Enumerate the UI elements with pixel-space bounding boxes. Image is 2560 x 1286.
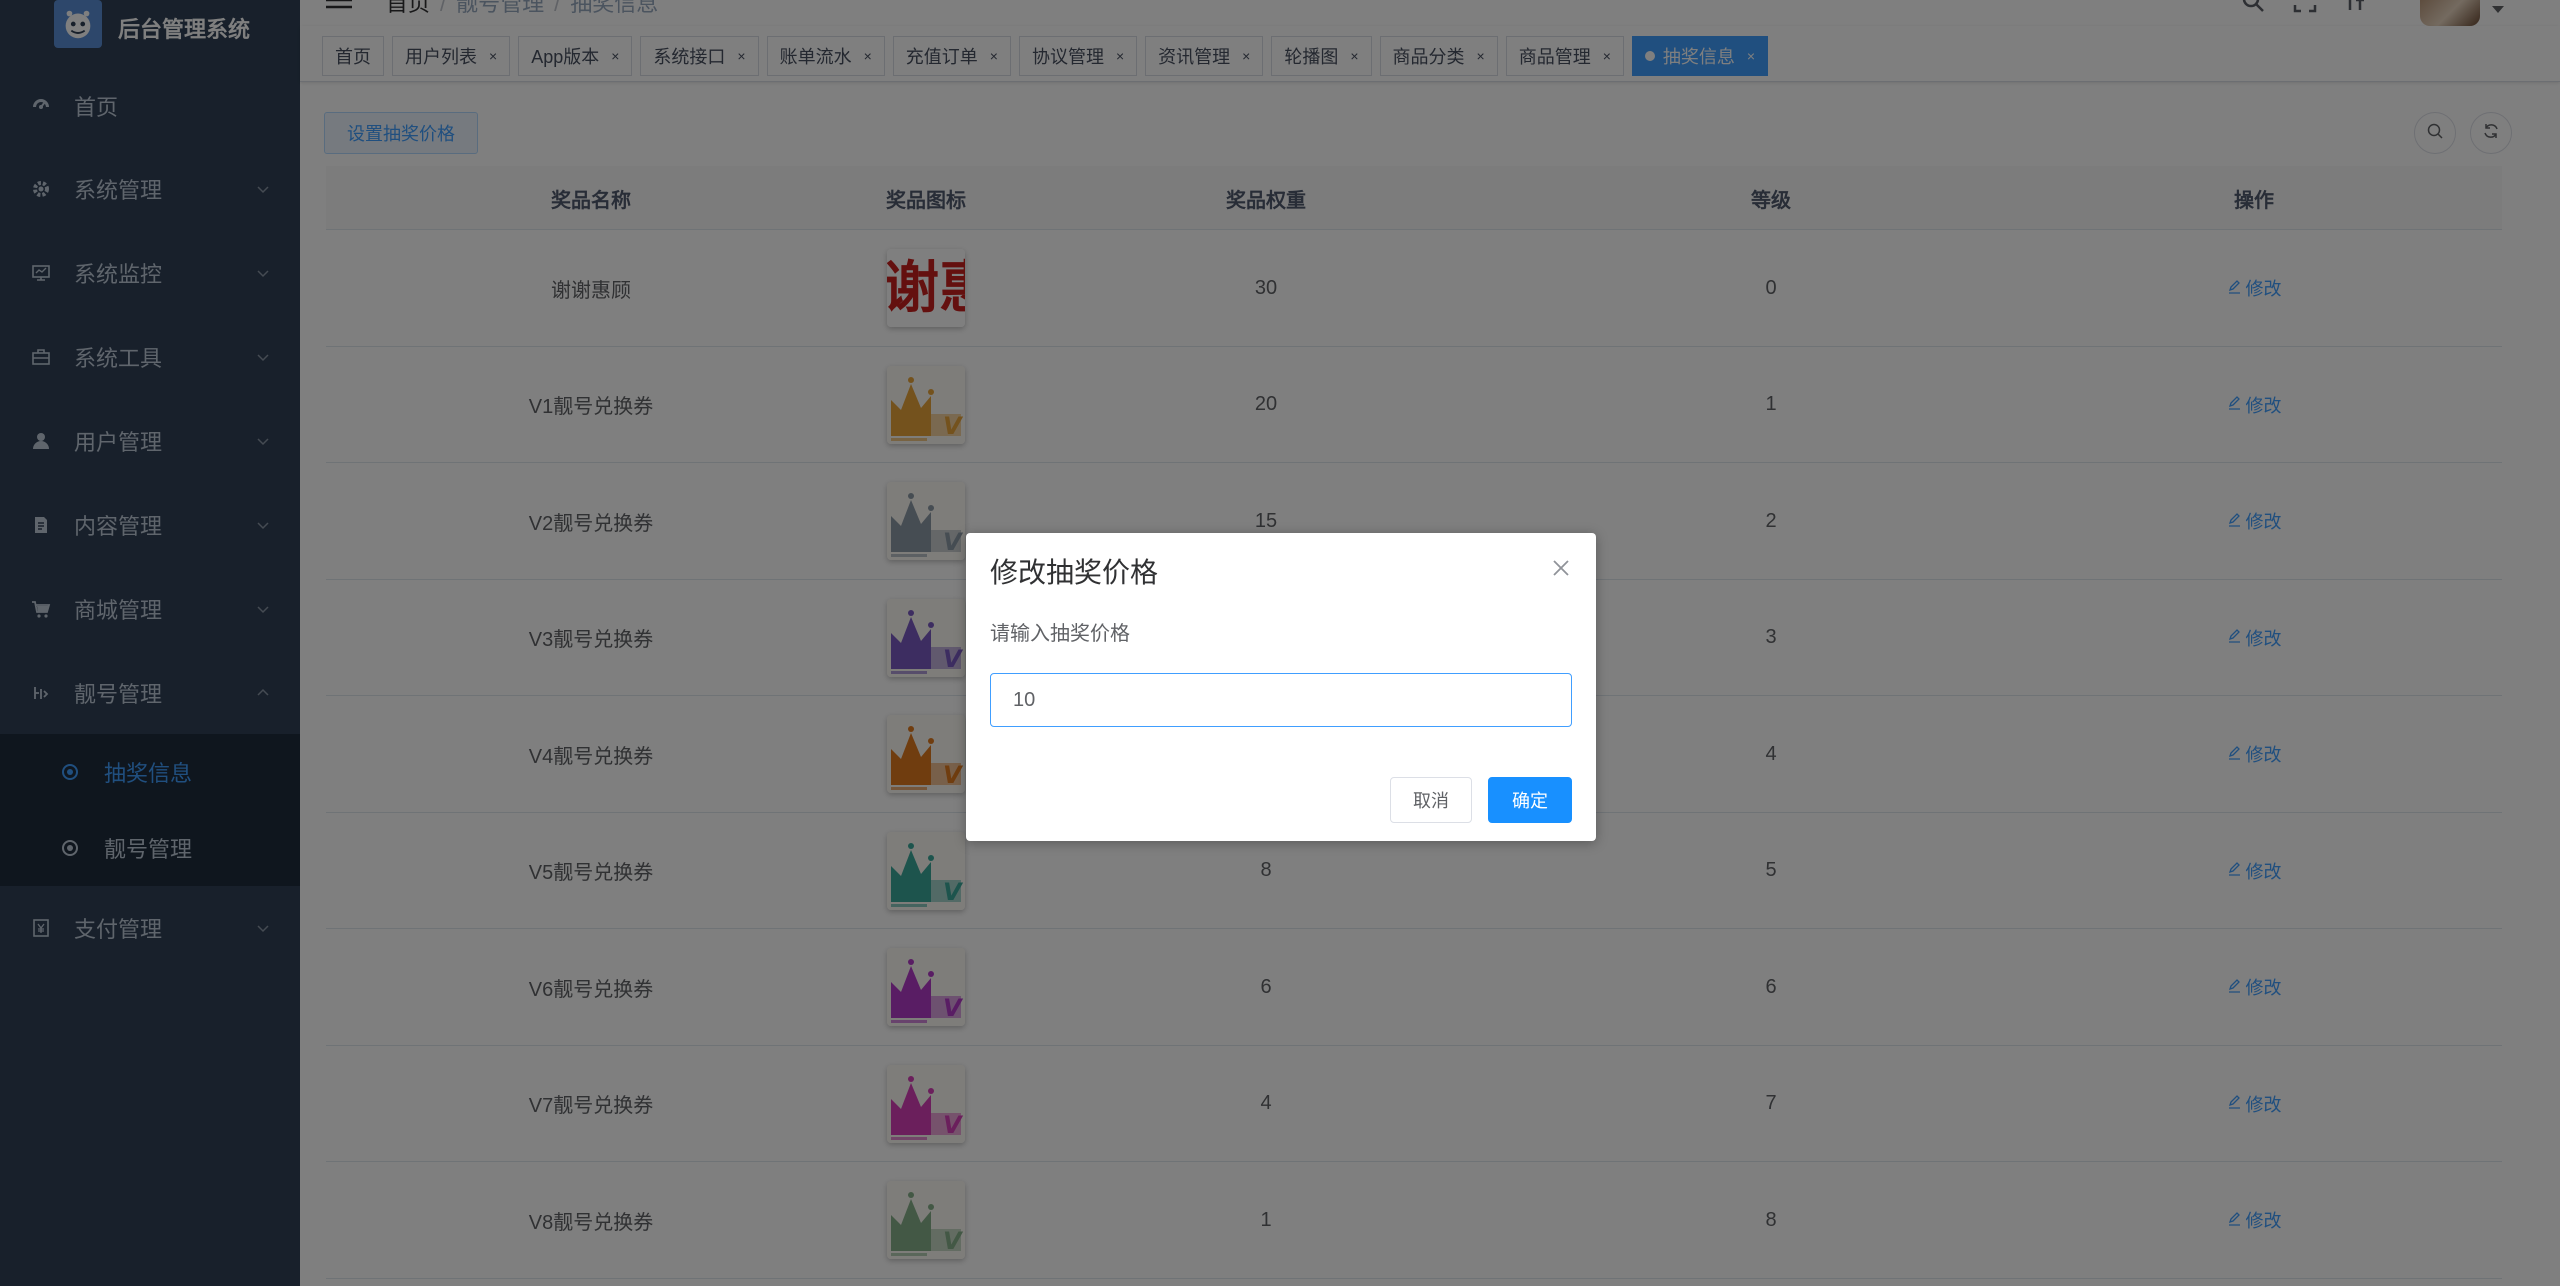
cancel-button[interactable]: 取消 (1390, 777, 1472, 823)
confirm-button[interactable]: 确定 (1488, 777, 1572, 823)
dialog-title: 修改抽奖价格 (990, 557, 1159, 588)
price-input[interactable] (990, 673, 1572, 727)
close-icon[interactable] (1552, 559, 1570, 577)
edit-price-dialog: 修改抽奖价格 请输入抽奖价格 取消 确定 (966, 533, 1596, 841)
dialog-message: 请输入抽奖价格 (990, 623, 1130, 645)
